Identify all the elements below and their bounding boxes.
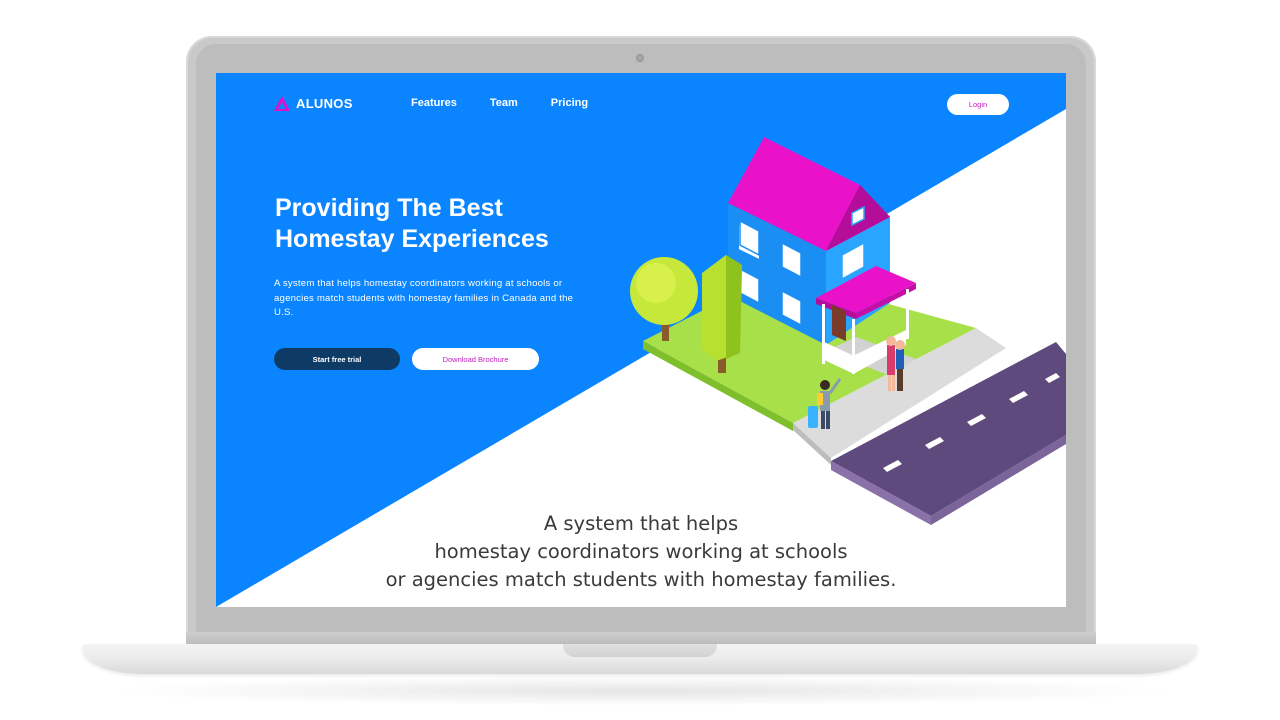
tagline-line3: or agencies match students with homestay… [385,568,897,591]
nav-item-team[interactable]: Team [490,97,518,109]
laptop-shadow [100,676,1180,706]
start-free-trial-button[interactable]: Start free trial [274,348,400,370]
tagline: A system that helps homestay coordinator… [356,510,926,594]
brand-logo[interactable]: ALUNOS [274,95,353,111]
tagline-line1: A system that helps [543,512,739,535]
tagline-line2: homestay coordinators working at schools [434,540,848,563]
hero-title-line1: Providing The Best [275,194,503,222]
download-brochure-button[interactable]: Download Brochure [412,348,539,370]
webcam-icon [636,54,644,62]
brand-name: ALUNOS [296,95,353,111]
login-button[interactable]: Login [947,94,1009,115]
nav-item-pricing[interactable]: Pricing [551,97,588,109]
nav-item-features[interactable]: Features [411,97,457,109]
website-screen: ALUNOS Features Team Pricing Login Provi… [216,73,1066,607]
laptop-base-notch [563,644,717,657]
hero-description: A system that helps homestay coordinator… [274,278,574,318]
triangle-logo-icon [274,95,290,111]
hero-title: Providing The Best Homestay Experiences [275,193,635,255]
main-nav: Features Team Pricing [411,97,588,109]
hero-title-line2: Homestay Experiences [275,225,549,253]
